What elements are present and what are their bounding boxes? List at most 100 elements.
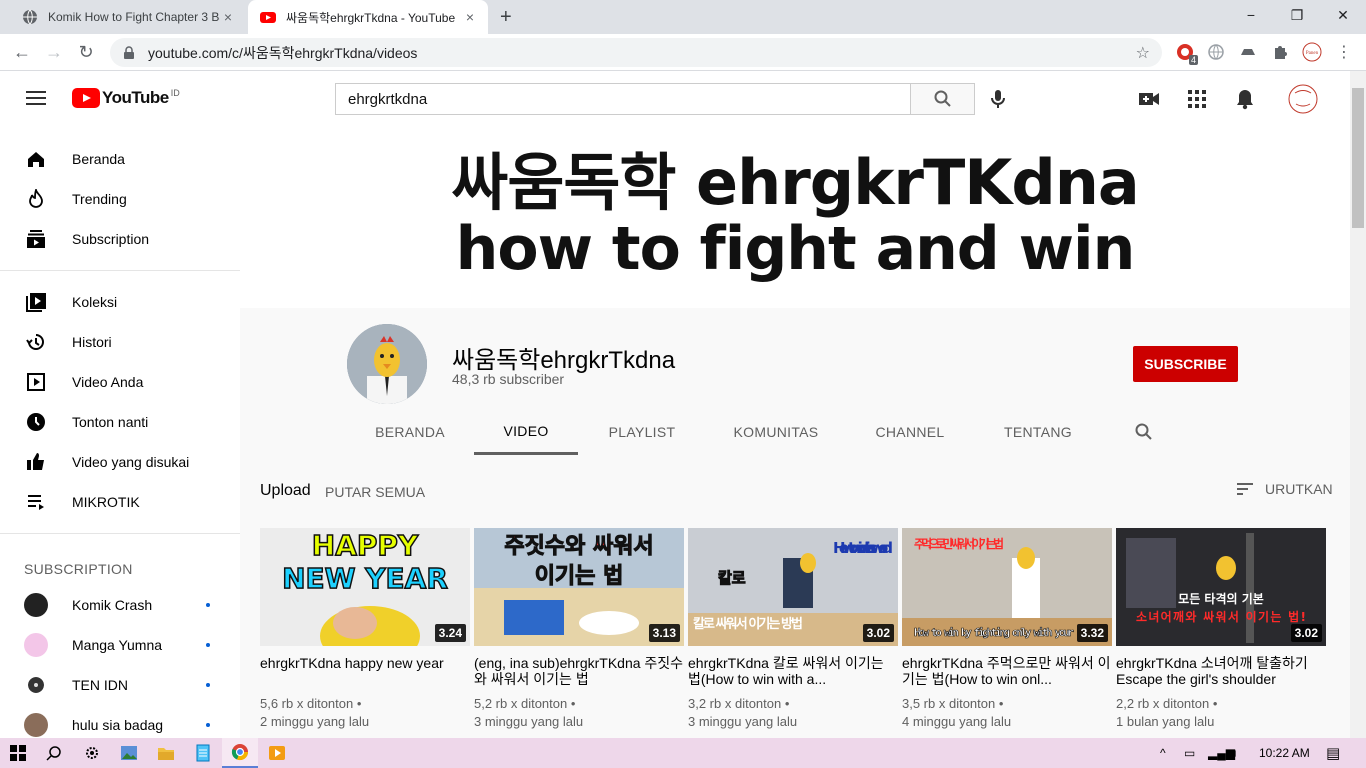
battery-icon[interactable]: ▭: [1184, 746, 1195, 760]
sidebar-item-histori[interactable]: Histori: [0, 322, 240, 362]
chrome-taskbar-icon[interactable]: [222, 738, 258, 768]
subscription-item[interactable]: Manga Yumna: [0, 625, 240, 665]
sidebar-item-mikrotik[interactable]: MIKROTIK: [0, 482, 240, 522]
playlist-icon: [24, 490, 48, 514]
video-title[interactable]: (eng, ina sub)ehrgkrTKdna 주짓수와 싸워서 이기는 법: [474, 655, 684, 687]
sidebar-item-koleksi[interactable]: Koleksi: [0, 282, 240, 322]
main-content: 싸움독학 ehrgkrTKdna how to fight and win 싸움…: [240, 127, 1350, 738]
youtube-logo[interactable]: YouTube ID: [72, 88, 180, 108]
thumb-text: 주짓수와 싸워서: [504, 534, 653, 559]
sidebar-item-label: Beranda: [72, 151, 125, 167]
youtube-play-icon: [72, 88, 100, 108]
tab-title: 싸움독학ehrgkrTkdna - YouTube: [286, 10, 456, 25]
network-signal-icon[interactable]: ▂▄▆: [1208, 746, 1235, 760]
video-thumbnail[interactable]: 모든 타격의 기본 소녀어깨와 싸워서 이기는 법! 3.02: [1116, 528, 1326, 646]
subscribe-button[interactable]: SUBSCRIBE: [1133, 346, 1238, 382]
volume-icon[interactable]: 🔈︎: [1232, 746, 1239, 761]
puzzle-extensions-icon[interactable]: [1270, 42, 1290, 62]
minimize-button[interactable]: −: [1228, 0, 1274, 30]
tab-beranda[interactable]: BERANDA: [366, 409, 454, 455]
video-card[interactable]: 칼로 How to win with a sword 칼로 싸워서 이기는 방법…: [688, 528, 898, 731]
video-card[interactable]: 모든 타격의 기본 소녀어깨와 싸워서 이기는 법! 3.02 ehrgkrTK…: [1116, 528, 1326, 731]
browser-tab-komik[interactable]: Komik How to Fight Chapter 3 Ba ×: [10, 0, 246, 34]
windows-start-icon[interactable]: [0, 738, 36, 768]
video-thumbnail[interactable]: 주먹으로만 싸워서 이기는 법 How to win by fighting o…: [902, 528, 1112, 646]
video-thumbnail[interactable]: 주짓수와 싸워서 이기는 법 3.13: [474, 528, 684, 646]
create-video-icon[interactable]: [1137, 87, 1161, 111]
sort-button[interactable]: URUTKAN: [1235, 481, 1333, 497]
close-tab-icon[interactable]: ×: [462, 9, 478, 25]
subscriptions-icon: [24, 227, 48, 251]
search-input[interactable]: ehrgkrtkdna: [335, 83, 911, 115]
hat-extension-icon[interactable]: [1238, 42, 1258, 62]
back-icon[interactable]: ←: [10, 40, 34, 64]
browser-tab-youtube[interactable]: 싸움독학ehrgkrTkdna - YouTube ×: [248, 0, 488, 34]
video-thumbnail[interactable]: 칼로 How to win with a sword 칼로 싸워서 이기는 방법…: [688, 528, 898, 646]
svg-text:Panen: Panen: [1306, 51, 1319, 56]
video-thumbnail[interactable]: HAPPY NEW YEAR 3.24: [260, 528, 470, 646]
video-title[interactable]: ehrgkrTKdna happy new year: [260, 655, 470, 687]
hamburger-menu-icon[interactable]: [26, 91, 46, 105]
forward-icon[interactable]: →: [42, 40, 66, 64]
video-title[interactable]: ehrgkrTKdna 주먹으로만 싸워서 이기는 법(How to win o…: [902, 655, 1112, 687]
file-explorer-icon[interactable]: [148, 738, 184, 768]
sidebar-item-tonton-nanti[interactable]: Tonton nanti: [0, 402, 240, 442]
channel-banner: 싸움독학 ehrgkrTKdna how to fight and win: [240, 127, 1350, 308]
video-card[interactable]: HAPPY NEW YEAR 3.24 ehrgkrTKdna happy ne…: [260, 528, 470, 731]
play-all-button[interactable]: PUTAR SEMUA: [325, 484, 425, 500]
tab-playlist[interactable]: PLAYLIST: [598, 409, 686, 455]
windows-taskbar: ^ ▭ ▂▄▆ 🔈︎ 10:22 AM ▤: [0, 738, 1366, 768]
microphone-icon[interactable]: [986, 87, 1010, 111]
sidebar-item-label: Trending: [72, 191, 127, 207]
maximize-button[interactable]: ❐: [1274, 0, 1320, 30]
address-bar[interactable]: youtube.com/c/싸움독학ehrgkrTkdna/videos ☆: [110, 38, 1162, 67]
sidebar-item-trending[interactable]: Trending: [0, 179, 240, 219]
sidebar-item-beranda[interactable]: Beranda: [0, 139, 240, 179]
translate-globe-icon[interactable]: [1206, 42, 1226, 62]
clock-time[interactable]: 10:22 AM: [1259, 746, 1310, 760]
video-card[interactable]: 주먹으로만 싸워서 이기는 법 How to win by fighting o…: [902, 528, 1112, 731]
bookmark-star-icon[interactable]: ☆: [1136, 43, 1150, 63]
tab-tentang[interactable]: TENTANG: [994, 409, 1082, 455]
thumb-text: How to win by fighting only with your: [914, 626, 1074, 639]
close-window-button[interactable]: ✕: [1320, 0, 1366, 30]
subscription-item[interactable]: Komik Crash: [0, 585, 240, 625]
browser-tab-bar: Komik How to Fight Chapter 3 Ba × 싸움독학eh…: [0, 0, 1366, 34]
tab-video[interactable]: VIDEO: [474, 409, 578, 455]
gear-icon[interactable]: [74, 738, 110, 768]
search-icon[interactable]: [36, 738, 72, 768]
channel-avatar[interactable]: [347, 324, 427, 404]
apps-grid-icon[interactable]: [1185, 87, 1209, 111]
browser-menu-icon[interactable]: ⋮: [1334, 42, 1354, 62]
tab-komunitas[interactable]: KOMUNITAS: [724, 409, 828, 455]
tray-expand-icon[interactable]: ^: [1160, 746, 1166, 760]
notepad-icon[interactable]: [185, 738, 221, 768]
scrollbar-thumb[interactable]: [1352, 88, 1364, 228]
url-text: youtube.com/c/싸움독학ehrgkrTkdna/videos: [148, 44, 418, 61]
sidebar-item-subscription[interactable]: Subscription: [0, 219, 240, 259]
close-tab-icon[interactable]: ×: [220, 9, 236, 25]
sidebar-item-video-disukai[interactable]: Video yang disukai: [0, 442, 240, 482]
video-duration: 3.32: [1076, 624, 1108, 642]
extension-red-icon[interactable]: 4: [1175, 42, 1198, 65]
channel-search-icon[interactable]: [1128, 409, 1160, 455]
subscription-item[interactable]: TEN IDN: [0, 665, 240, 705]
tab-channel[interactable]: CHANNEL: [866, 409, 954, 455]
video-title[interactable]: ehrgkrTKdna 칼로 싸워서 이기는 법(How to win with…: [688, 655, 898, 687]
action-center-icon[interactable]: ▤: [1326, 744, 1340, 762]
youtube-header: YouTube ID ehrgkrtkdna: [0, 71, 1350, 127]
media-player-icon[interactable]: [259, 738, 295, 768]
video-card[interactable]: 주짓수와 싸워서 이기는 법 3.13 (eng, ina sub)ehrgkr…: [474, 528, 684, 731]
video-title[interactable]: ehrgkrTKdna 소녀어깨 탈출하기 Escape the girl's …: [1116, 655, 1326, 687]
sidebar-item-label: Video yang disukai: [72, 454, 190, 470]
subscription-item[interactable]: hulu sia badag: [0, 705, 240, 738]
notifications-bell-icon[interactable]: [1233, 87, 1257, 111]
search-button[interactable]: [910, 83, 975, 115]
new-tab-button[interactable]: +: [500, 6, 512, 29]
account-avatar[interactable]: [1288, 84, 1318, 114]
profile-avatar-icon[interactable]: Panen: [1302, 42, 1322, 62]
photos-app-icon[interactable]: [111, 738, 147, 768]
sidebar-item-label: Subscription: [72, 231, 150, 247]
sidebar-item-video-anda[interactable]: Video Anda: [0, 362, 240, 402]
reload-icon[interactable]: ↻: [74, 40, 98, 64]
